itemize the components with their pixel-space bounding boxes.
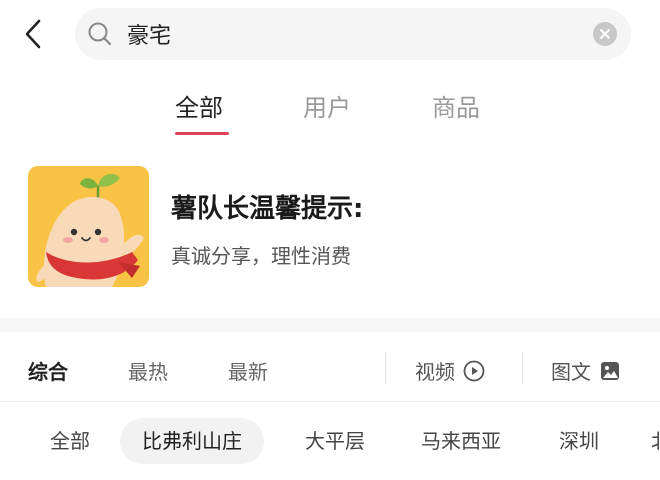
close-icon — [600, 29, 610, 39]
active-tab-indicator — [175, 132, 229, 135]
chip-all[interactable]: 全部 — [50, 418, 90, 464]
sort-newest[interactable]: 最新 — [228, 356, 268, 385]
filter-video[interactable]: 视频 — [415, 356, 485, 385]
clear-search-button[interactable] — [593, 22, 617, 46]
search-header — [0, 0, 660, 70]
notice-card[interactable]: 薯队长温馨提示: 真诚分享，理性消费 — [28, 166, 648, 288]
chip-shenzhen[interactable]: 深圳 — [559, 418, 599, 464]
mascot-image — [28, 166, 149, 287]
search-box[interactable] — [75, 8, 631, 60]
sort-bar: 综合 最热 最新 视频 图文 — [0, 332, 660, 402]
chip-malaysia[interactable]: 马来西亚 — [421, 418, 501, 464]
tab-all[interactable]: 全部 — [175, 88, 223, 123]
filter-image-text[interactable]: 图文 — [551, 356, 621, 385]
back-button[interactable] — [18, 16, 48, 52]
chip-flat-floor[interactable]: 大平层 — [305, 418, 365, 464]
chip-beverly-hills[interactable]: 比弗利山庄 — [120, 418, 264, 464]
result-type-tabs: 全部 用户 商品 — [0, 80, 660, 140]
notice-subtitle: 真诚分享，理性消费 — [171, 244, 351, 268]
tab-users[interactable]: 用户 — [303, 88, 351, 123]
sort-comprehensive[interactable]: 综合 — [28, 356, 68, 385]
divider — [385, 352, 386, 384]
sort-hottest[interactable]: 最热 — [128, 356, 168, 385]
section-divider — [0, 318, 660, 332]
notice-title: 薯队长温馨提示: — [171, 194, 364, 224]
play-circle-icon — [463, 360, 485, 381]
chevron-left-icon — [25, 19, 41, 49]
tab-products[interactable]: 商品 — [432, 88, 480, 123]
chip-next[interactable]: 北 — [651, 418, 660, 464]
search-icon — [88, 22, 112, 46]
keyword-chips: 全部 比弗利山庄 大平层 马来西亚 深圳 北 — [0, 412, 660, 472]
divider — [522, 352, 523, 384]
filter-video-label: 视频 — [415, 360, 455, 384]
filter-image-text-label: 图文 — [551, 360, 591, 384]
image-icon — [601, 361, 619, 380]
search-input[interactable] — [127, 8, 587, 60]
